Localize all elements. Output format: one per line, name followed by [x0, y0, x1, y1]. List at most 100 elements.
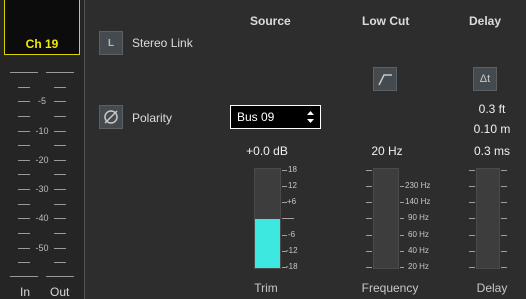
stereo-link-button-label: L — [107, 37, 115, 49]
trim-scale-label: -12 — [286, 246, 298, 255]
trim-scale-label: +6 — [287, 197, 297, 206]
meter-tick — [54, 160, 66, 161]
channel-name-box[interactable]: Ch 19 — [4, 0, 80, 55]
meter-tick — [46, 72, 74, 73]
source-select-value: Bus 09 — [237, 110, 275, 124]
delay-tick — [469, 186, 475, 187]
meter-tick — [54, 248, 66, 249]
meter-tick — [18, 87, 30, 88]
meter-tick — [54, 204, 66, 205]
frequency-fader[interactable] — [373, 168, 399, 269]
meter-tick — [18, 189, 30, 190]
meter-tick — [54, 262, 66, 263]
high-pass-filter-icon — [378, 74, 392, 86]
frequency-tick — [366, 267, 372, 268]
meter-tick — [54, 145, 66, 146]
delay-fader[interactable] — [476, 168, 500, 269]
low-cut-header: Low Cut — [362, 14, 410, 28]
trim-scale-label: -6 — [288, 230, 296, 239]
trim-readout: +0.0 dB — [246, 144, 288, 158]
meter-tick — [18, 233, 30, 234]
meter-tick — [54, 189, 66, 190]
delay-tick — [469, 202, 475, 203]
frequency-tick — [400, 267, 404, 268]
meter-tick — [54, 233, 66, 234]
frequency-tick — [400, 218, 404, 219]
delay-tick — [501, 186, 507, 187]
meter-scale-label: -10 — [35, 126, 49, 136]
meter-tick — [18, 248, 30, 249]
frequency-readout: 20 Hz — [371, 144, 403, 158]
frequency-tick — [366, 170, 372, 171]
meter-tick — [54, 87, 66, 88]
meter-scale-label: -20 — [35, 155, 49, 165]
frequency-tick — [366, 251, 372, 252]
trim-footer-label: Trim — [254, 281, 278, 295]
polarity-label: Polarity — [132, 111, 173, 125]
delay-ms-readout: 0.3 ms — [473, 144, 510, 158]
delay-tick — [501, 218, 507, 219]
delay-header: Delay — [469, 14, 502, 28]
meter-tick — [18, 160, 30, 161]
meter-tick — [18, 174, 30, 175]
trim-scale-label: 12 — [288, 181, 297, 190]
frequency-scale-label: 20 Hz — [408, 262, 429, 271]
trim-tick — [282, 235, 287, 236]
frequency-scale-label: 60 Hz — [408, 230, 429, 239]
meter-tick — [46, 276, 74, 277]
frequency-tick — [400, 235, 404, 236]
delay-tick — [501, 170, 507, 171]
stereo-link-button[interactable]: L — [99, 31, 123, 55]
channel-strip: Ch 19 -5 -10 -20 -30 -40 -50 In Out — [0, 0, 85, 299]
delay-tick — [501, 202, 507, 203]
delay-feet-readout: 0.3 ft — [478, 102, 506, 116]
frequency-tick — [400, 186, 404, 187]
trim-scale-label: 18 — [288, 165, 297, 174]
meter-tick — [18, 218, 30, 219]
meter-tick — [18, 131, 30, 132]
frequency-tick — [366, 186, 372, 187]
delay-tick — [501, 235, 507, 236]
delay-footer-label: Delay — [476, 281, 508, 295]
trim-tick — [282, 170, 287, 171]
meter-scale-label: -5 — [37, 96, 46, 106]
frequency-footer-label: Frequency — [361, 281, 419, 295]
source-select[interactable]: Bus 09 — [230, 105, 321, 129]
trim-fader[interactable] — [254, 168, 281, 269]
delay-tick — [469, 170, 475, 171]
meter-out-label: Out — [50, 285, 70, 299]
polarity-button[interactable] — [99, 105, 123, 129]
meter-tick — [18, 116, 30, 117]
frequency-tick — [366, 235, 372, 236]
trim-tick — [282, 186, 287, 187]
meter-tick — [18, 101, 30, 102]
frequency-tick — [366, 218, 372, 219]
delay-tick — [469, 267, 475, 268]
up-down-arrows-icon — [307, 111, 314, 123]
low-cut-button[interactable] — [373, 67, 397, 91]
source-header: Source — [250, 14, 291, 28]
frequency-tick — [366, 202, 372, 203]
frequency-scale-label: 40 Hz — [408, 246, 429, 255]
delay-button[interactable]: Δt — [473, 67, 497, 91]
meter-tick — [18, 262, 30, 263]
frequency-scale-label: 230 Hz — [405, 181, 431, 190]
trim-center-tick — [282, 218, 294, 219]
meter-scale-label: -30 — [35, 184, 49, 194]
delay-tick — [469, 218, 475, 219]
trim-level-fill — [255, 218, 280, 268]
meter-tick — [54, 131, 66, 132]
frequency-tick — [400, 202, 404, 203]
delay-tick — [501, 251, 507, 252]
frequency-tick — [400, 251, 404, 252]
polarity-icon — [104, 110, 118, 124]
meter-scale-label: -50 — [35, 243, 49, 253]
channel-label: Ch 19 — [25, 37, 59, 51]
meter-tick — [18, 204, 30, 205]
meter-tick — [54, 116, 66, 117]
trim-scale-label: -18 — [286, 262, 298, 271]
delta-t-icon: Δt — [479, 73, 491, 85]
delay-meters-readout: 0.10 m — [473, 122, 511, 136]
meter-tick — [18, 145, 30, 146]
meter-tick — [54, 101, 66, 102]
